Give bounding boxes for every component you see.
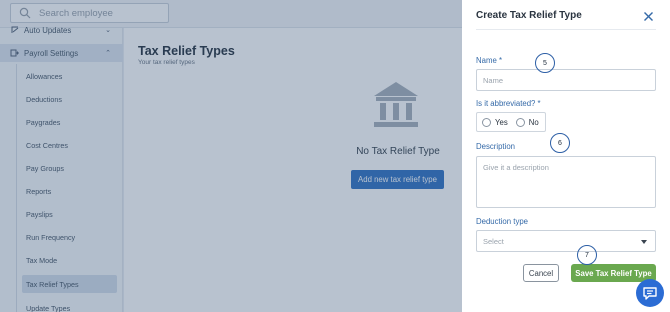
name-field[interactable]: Name	[476, 69, 656, 91]
name-label: Name *	[476, 56, 502, 65]
modal-overlay[interactable]	[0, 0, 462, 312]
radio-no-label[interactable]: No	[529, 118, 539, 127]
abbreviated-radio-group: Yes No	[476, 112, 546, 132]
step-marker-save: 7	[577, 245, 597, 265]
create-tax-relief-panel: Create Tax Relief Type Name * Name Is it…	[462, 0, 670, 312]
description-placeholder: Give it a description	[483, 163, 549, 172]
chevron-down-icon	[641, 240, 647, 244]
radio-yes-label[interactable]: Yes	[495, 118, 508, 127]
chat-button[interactable]	[636, 279, 664, 307]
cancel-button[interactable]: Cancel	[523, 264, 559, 282]
deduction-type-select[interactable]: Select	[476, 230, 656, 252]
deduction-type-label: Deduction type	[476, 217, 529, 226]
close-icon[interactable]	[643, 11, 654, 22]
radio-no[interactable]	[515, 117, 525, 127]
name-placeholder: Name	[483, 75, 504, 85]
description-field[interactable]: Give it a description	[476, 156, 656, 208]
step-marker-name: 5	[535, 53, 555, 73]
chat-icon	[643, 287, 657, 300]
panel-divider	[476, 29, 656, 30]
step-marker-description: 6	[550, 133, 570, 153]
radio-yes[interactable]	[482, 117, 491, 127]
abbreviated-label: Is it abbreviated? *	[476, 99, 541, 108]
description-label: Description	[476, 142, 515, 151]
deduction-type-placeholder: Select	[483, 236, 504, 246]
panel-title: Create Tax Relief Type	[476, 10, 582, 21]
